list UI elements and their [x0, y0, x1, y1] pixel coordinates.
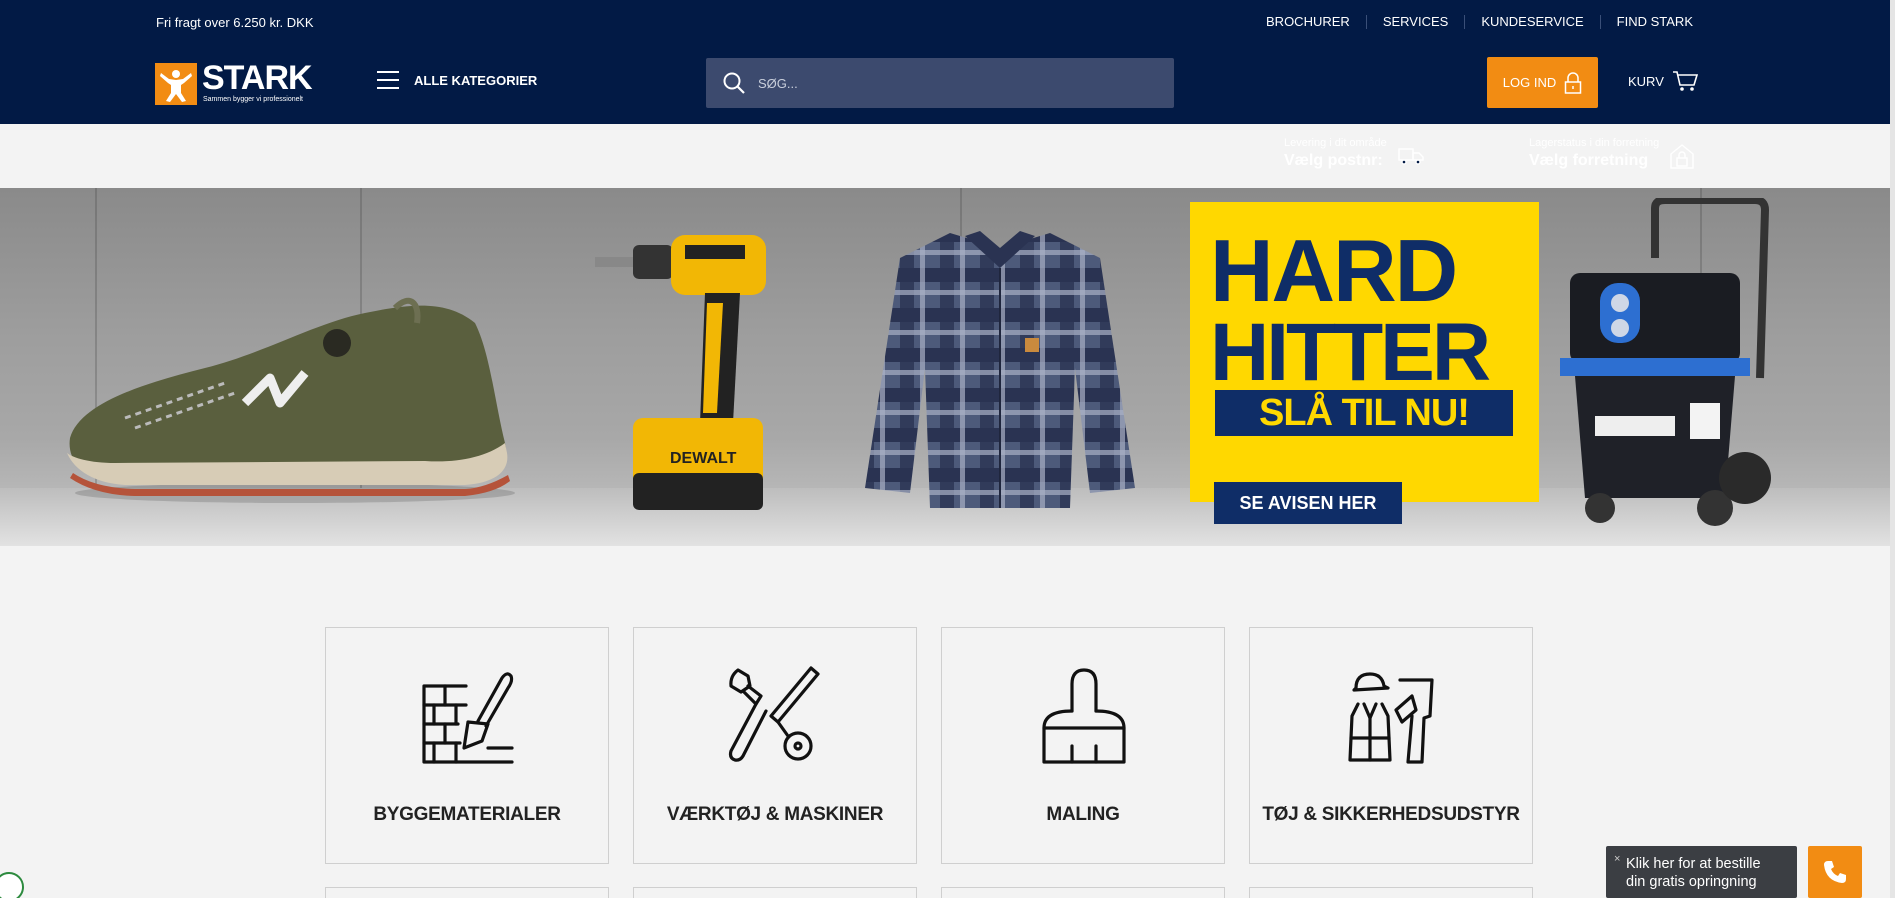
phone-icon	[1824, 861, 1846, 883]
category-card-partial[interactable]	[633, 887, 917, 898]
wrench-screwdriver-icon	[728, 666, 820, 762]
stock-store-label: Vælg forretning	[1529, 152, 1649, 169]
top-link-find-stark[interactable]: FIND STARK	[1599, 15, 1693, 29]
callback-phone-button[interactable]	[1808, 846, 1862, 898]
promo-line-hard: HARD	[1210, 221, 1458, 320]
category-label: BYGGEMATERIALER	[373, 804, 561, 825]
hamburger-icon	[377, 71, 399, 89]
hero-banner[interactable]: DEWALT HARD HITTER SLÅ TIL NU! SE AVISEN…	[0, 188, 1890, 546]
truck-icon	[1398, 148, 1424, 165]
category-label: VÆRKTØJ & MASKINER	[666, 804, 884, 825]
all-categories-label: ALLE KATEGORIER	[414, 72, 538, 88]
svg-text:DEWALT: DEWALT	[670, 450, 737, 467]
all-categories-menu[interactable]: ALLE KATEGORIER	[377, 71, 537, 89]
delivery-area-selector[interactable]: Levering i dit område Vælg postnr:	[1284, 137, 1424, 170]
category-card-partial[interactable]	[325, 887, 609, 898]
brick-trowel-icon	[422, 672, 514, 764]
search-bar[interactable]	[706, 58, 1174, 108]
search-input[interactable]	[758, 75, 1138, 91]
category-card-partial[interactable]	[941, 887, 1225, 898]
logo-figure-icon	[155, 63, 197, 105]
category-vaerktoej-maskiner[interactable]: VÆRKTØJ & MASKINER	[633, 627, 917, 864]
logo-tagline: Sammen bygger vi professionelt	[203, 96, 303, 103]
top-link-services[interactable]: SERVICES	[1365, 15, 1465, 29]
cart-icon	[1672, 71, 1698, 91]
page-scrollbar[interactable]	[1890, 0, 1895, 898]
category-label: TØJ & SIKKERHEDSUDSTYR	[1262, 804, 1520, 825]
delivery-postcode-label: Vælg postnr:	[1284, 152, 1383, 169]
see-brochure-button[interactable]: SE AVISEN HER	[1214, 482, 1402, 524]
power-drill-image: DEWALT	[595, 235, 766, 510]
category-maling[interactable]: MALING	[941, 627, 1225, 864]
callback-text-line1: Klik her for at bestille	[1626, 856, 1761, 872]
top-links: BROCHURER SERVICES KUNDESERVICE FIND STA…	[1250, 15, 1693, 29]
cart-label: KURV	[1628, 73, 1664, 89]
category-label: MALING	[1046, 804, 1120, 825]
login-button[interactable]: LOG IND	[1487, 57, 1598, 108]
lock-icon	[1564, 71, 1582, 94]
logo-wordmark: STARK	[202, 59, 313, 97]
wet-dry-vacuum-image	[1560, 198, 1771, 526]
store-stock-selector[interactable]: Lagerstatus i din forretning Vælg forret…	[1529, 137, 1694, 170]
promo-panel[interactable]: HARD HITTER SLÅ TIL NU!	[1190, 202, 1539, 502]
category-byggematerialer[interactable]: BYGGEMATERIALER	[325, 627, 609, 864]
search-icon	[723, 72, 745, 94]
promo-line-sla-til: SLÅ TIL NU!	[1215, 390, 1513, 436]
close-icon[interactable]: ×	[1614, 850, 1620, 868]
delivery-small-label: Levering i dit område	[1284, 137, 1387, 149]
login-label: LOG IND	[1502, 75, 1557, 90]
safety-shoe-image	[67, 297, 515, 503]
top-link-brochurer[interactable]: BROCHURER	[1250, 15, 1366, 29]
free-freight-notice: Fri fragt over 6.250 kr. DKK	[156, 15, 314, 30]
category-toej-sikkerhedsudstyr[interactable]: TØJ & SIKKERHEDSUDSTYR	[1249, 627, 1533, 864]
stark-logo[interactable]: STARK Sammen bygger vi professionelt	[155, 59, 335, 105]
paintbrush-icon	[1042, 668, 1126, 764]
callback-text-line2: din gratis opringning	[1626, 874, 1757, 890]
cookie-settings-icon[interactable]	[0, 872, 24, 898]
category-card-partial[interactable]	[1249, 887, 1533, 898]
site-header: Fri fragt over 6.250 kr. DKK BROCHURER S…	[0, 0, 1890, 169]
store-icon	[1670, 144, 1694, 169]
cart-button[interactable]: KURV	[1628, 70, 1698, 92]
promo-line-hitter: HITTER	[1210, 307, 1491, 398]
top-link-kundeservice[interactable]: KUNDESERVICE	[1464, 15, 1599, 29]
workwear-icon	[1348, 672, 1434, 764]
flannel-shirt-image	[865, 231, 1135, 508]
callback-tooltip[interactable]: × Klik her for at bestille din gratis op…	[1606, 846, 1797, 898]
stock-small-label: Lagerstatus i din forretning	[1529, 137, 1660, 149]
